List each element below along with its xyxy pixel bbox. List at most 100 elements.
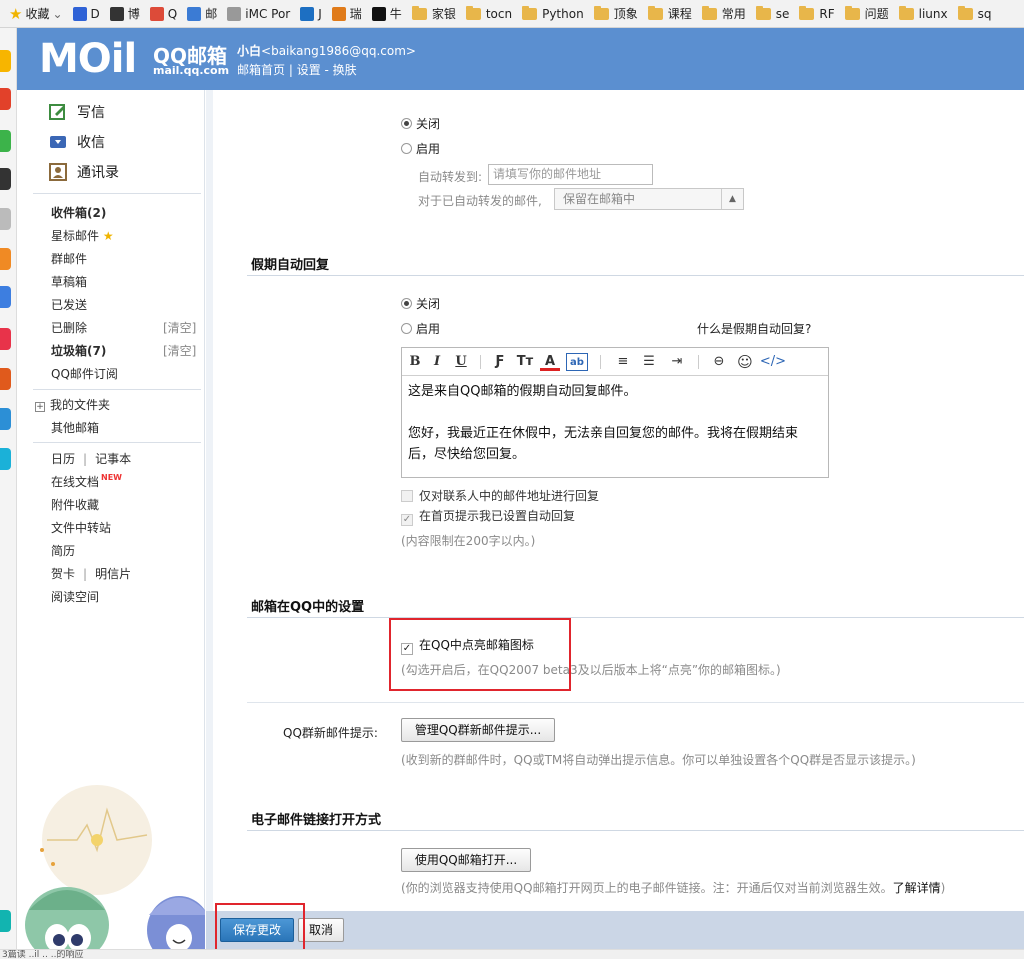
clear-spam-link[interactable]: [清空] bbox=[163, 342, 196, 359]
bookmark-item[interactable]: 瑞 bbox=[327, 0, 367, 27]
background-color-icon[interactable]: ab bbox=[566, 353, 588, 371]
bookmark-item[interactable]: Python bbox=[517, 0, 589, 27]
font-color-icon[interactable]: A bbox=[540, 353, 560, 371]
bookmark-item[interactable]: RF bbox=[794, 0, 839, 27]
bookmark-item[interactable]: Q bbox=[145, 0, 182, 27]
bookmark-item[interactable]: 常用 bbox=[697, 0, 751, 27]
other-mail-link[interactable]: 其他邮箱 bbox=[51, 419, 99, 436]
bookmark-item[interactable]: 家银 bbox=[407, 0, 461, 27]
app-icon[interactable] bbox=[0, 286, 11, 308]
app-icon[interactable] bbox=[0, 408, 11, 430]
bookmark-item[interactable]: liunx bbox=[894, 0, 953, 27]
bookmark-item[interactable]: tocn bbox=[461, 0, 517, 27]
underline-icon[interactable]: U bbox=[454, 353, 468, 371]
forward-address-input[interactable]: 请填写你的邮件地址 bbox=[488, 164, 653, 185]
emoji-icon[interactable]: ☺ bbox=[734, 353, 756, 371]
bookmark-item[interactable]: 博 bbox=[105, 0, 145, 27]
manage-group-mail-button[interactable]: 管理QQ群新邮件提示... bbox=[401, 718, 555, 742]
contacts-button[interactable]: 通讯录 bbox=[49, 162, 199, 182]
checkbox[interactable] bbox=[401, 490, 413, 502]
settings-link[interactable]: 设置 bbox=[297, 63, 321, 77]
show-on-home-option[interactable]: ✓ 在首页提示我已设置自动回复 bbox=[401, 507, 575, 526]
vacation-off-option[interactable]: 关闭 bbox=[401, 295, 440, 312]
subscription-link[interactable]: QQ邮件订阅 bbox=[51, 365, 118, 382]
deleted-link[interactable]: 已删除 bbox=[51, 319, 87, 336]
bookmark-item[interactable]: 问题 bbox=[840, 0, 894, 27]
forwarded-handling-select[interactable]: 保留在邮箱中 ▲ bbox=[554, 188, 744, 210]
inbox-link[interactable]: 收件箱(2) bbox=[51, 204, 106, 221]
resume-link[interactable]: 简历 bbox=[51, 542, 75, 559]
chevron-down-icon[interactable]: ⌄ bbox=[52, 7, 62, 21]
app-icon[interactable] bbox=[0, 368, 11, 390]
app-icon[interactable] bbox=[0, 448, 11, 470]
font-size-icon[interactable]: Tт bbox=[514, 353, 536, 371]
rich-text-editor[interactable]: B I U Ƒ Tт A ab ≡ ☰ ⇥ ⊖ ☺ </> 这是来自QQ邮箱的假… bbox=[401, 347, 829, 478]
bookmark-item[interactable]: se bbox=[751, 0, 795, 27]
learn-more-link[interactable]: 了解详情 bbox=[893, 881, 941, 895]
spam-link[interactable]: 垃圾箱(7) bbox=[51, 342, 106, 359]
attachments-link[interactable]: 附件收藏 bbox=[51, 496, 99, 513]
list-icon[interactable]: ☰ bbox=[638, 353, 660, 371]
radio-button[interactable] bbox=[401, 323, 412, 334]
my-folders-link[interactable]: + 我的文件夹 bbox=[35, 396, 110, 413]
online-docs-link[interactable]: 在线文档 NEW bbox=[51, 473, 122, 490]
checkbox[interactable]: ✓ bbox=[401, 514, 413, 526]
editor-content[interactable]: 这是来自QQ邮箱的假期自动回复邮件。 您好，我最近正在休假中，无法亲自回复您的邮… bbox=[408, 381, 820, 465]
greeting-card-link[interactable]: 贺卡 bbox=[51, 567, 75, 581]
compose-button[interactable]: 写信 bbox=[49, 102, 199, 122]
mailbox-home-link[interactable]: 邮箱首页 bbox=[237, 63, 285, 77]
clear-deleted-link[interactable]: [清空] bbox=[163, 319, 196, 336]
bold-icon[interactable]: B bbox=[408, 353, 422, 371]
bookmark-item[interactable]: ★ 收藏 ⌄ bbox=[4, 0, 68, 27]
vacation-help-link[interactable]: 什么是假期自动回复? bbox=[697, 320, 811, 337]
reading-space-link[interactable]: 阅读空间 bbox=[51, 588, 99, 605]
radio-button[interactable] bbox=[401, 298, 412, 309]
radio-button[interactable] bbox=[401, 143, 412, 154]
star-icon[interactable] bbox=[0, 50, 11, 72]
radio-button[interactable] bbox=[401, 118, 412, 129]
drafts-link[interactable]: 草稿箱 bbox=[51, 273, 87, 290]
forward-off-option[interactable]: 关闭 bbox=[401, 115, 440, 132]
group-mail-label: QQ群新邮件提示: bbox=[283, 726, 378, 740]
notes-link[interactable]: 记事本 bbox=[95, 452, 131, 466]
expand-icon[interactable]: + bbox=[35, 402, 45, 412]
font-family-icon[interactable]: Ƒ bbox=[490, 353, 510, 371]
vacation-on-option[interactable]: 启用 bbox=[401, 320, 440, 337]
bookmark-item[interactable]: D bbox=[68, 0, 105, 27]
forward-on-option[interactable]: 启用 bbox=[401, 140, 440, 157]
receive-button[interactable]: 收信 bbox=[49, 132, 199, 152]
contacts-only-label: 仅对联系人中的邮件地址进行回复 bbox=[419, 489, 600, 503]
folder-icon bbox=[898, 5, 914, 20]
bookmark-item[interactable]: sq bbox=[953, 0, 997, 27]
mail-header: MOil QQ邮箱 mail.qq.com 小白<baikang1986@qq.… bbox=[17, 28, 1024, 90]
indent-icon[interactable]: ⇥ bbox=[666, 353, 688, 371]
app-icon[interactable] bbox=[0, 130, 11, 152]
bookmark-item[interactable]: J bbox=[295, 0, 327, 27]
source-code-icon[interactable]: </> bbox=[758, 353, 788, 371]
use-qqmail-open-button[interactable]: 使用QQ邮箱打开... bbox=[401, 848, 531, 872]
link-icon[interactable]: ⊖ bbox=[708, 353, 730, 371]
align-icon[interactable]: ≡ bbox=[612, 353, 634, 371]
app-icon[interactable] bbox=[0, 248, 11, 270]
group-mail-link[interactable]: 群邮件 bbox=[51, 250, 87, 267]
file-transfer-link[interactable]: 文件中转站 bbox=[51, 519, 111, 536]
app-icon[interactable] bbox=[0, 910, 11, 932]
contacts-only-option[interactable]: 仅对联系人中的邮件地址进行回复 bbox=[401, 487, 599, 504]
bookmark-item[interactable]: 牛 bbox=[367, 0, 407, 27]
bookmark-item[interactable]: 邮 bbox=[182, 0, 222, 27]
user-email: <baikang1986@qq.com> bbox=[261, 44, 416, 58]
qqmail-logo[interactable]: MOil bbox=[39, 36, 137, 82]
bookmark-item[interactable]: 顶象 bbox=[589, 0, 643, 27]
app-icon[interactable] bbox=[0, 168, 11, 190]
skin-link[interactable]: 换肤 bbox=[333, 63, 357, 77]
app-icon[interactable] bbox=[0, 328, 11, 350]
italic-icon[interactable]: I bbox=[430, 353, 444, 371]
app-icon[interactable] bbox=[0, 208, 11, 230]
calendar-link[interactable]: 日历 bbox=[51, 452, 75, 466]
starred-link[interactable]: 星标邮件 ★ bbox=[51, 227, 114, 244]
bookmark-item[interactable]: iMC Por bbox=[222, 0, 295, 27]
bookmark-item[interactable]: 课程 bbox=[643, 0, 697, 27]
postcard-link[interactable]: 明信片 bbox=[95, 567, 131, 581]
sent-link[interactable]: 已发送 bbox=[51, 296, 87, 313]
weibo-icon[interactable] bbox=[0, 88, 11, 110]
